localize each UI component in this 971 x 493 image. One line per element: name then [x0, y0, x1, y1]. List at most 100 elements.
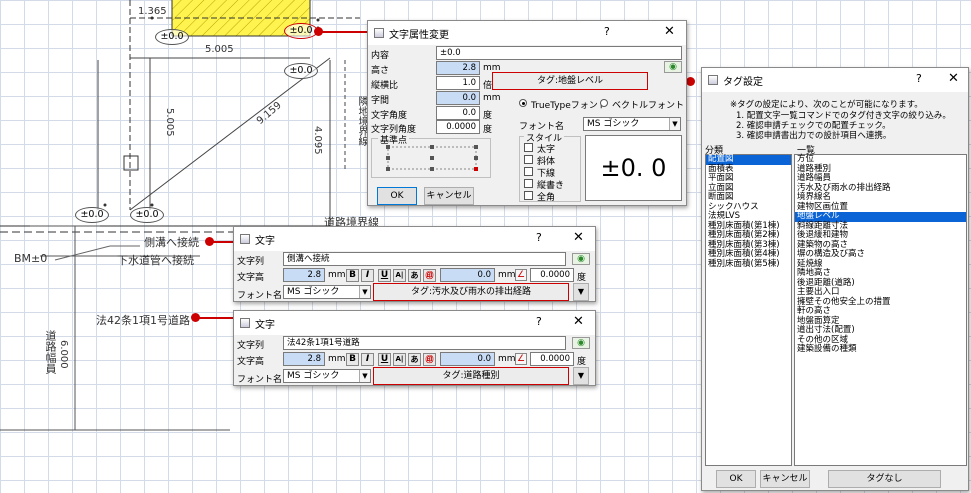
help-icon[interactable]: ? — [916, 72, 922, 85]
dialog-titlebar[interactable]: 文字 ? ✕ — [234, 227, 595, 251]
benchmark-label: BM±0 — [14, 252, 48, 265]
dim-6000: 6.000 — [58, 340, 69, 369]
dim-4095: 4.095 — [312, 126, 323, 155]
sewer-label: 下水道管へ接続 — [117, 254, 194, 267]
pointer-dot — [314, 27, 323, 36]
fullwidth-button[interactable]: あ — [408, 269, 421, 282]
close-icon[interactable]: ✕ — [948, 71, 959, 86]
stamp-button[interactable]: ㊞ — [423, 269, 436, 282]
ok-button[interactable]: OK — [377, 187, 417, 205]
truetype-radio[interactable] — [519, 99, 527, 107]
fullwidth-checkbox[interactable] — [524, 191, 533, 200]
elevation-mark-selected[interactable]: ±0.0 — [284, 23, 318, 39]
help-icon[interactable]: ? — [536, 315, 542, 328]
elevation-mark[interactable]: ±0.0 — [155, 29, 189, 45]
font-select[interactable]: MS ゴシック ▼ — [283, 369, 371, 383]
spacing-unit: mm — [498, 270, 516, 280]
class-list-item[interactable]: 種別床面積(第5棟) — [706, 259, 791, 270]
dialog-titlebar[interactable]: 文字属性変更 ? ✕ — [368, 21, 686, 45]
height-label: 文字高 — [237, 357, 265, 367]
eye-icon[interactable]: ◉ — [664, 61, 682, 73]
tag-road-type-button[interactable]: タグ:道路種別 — [373, 367, 569, 385]
elevation-mark[interactable]: ±0.0 — [130, 207, 164, 223]
dialog-titlebar[interactable]: タグ設定 ? ✕ — [702, 68, 968, 92]
bold-button[interactable]: B — [346, 353, 359, 366]
pointer-dot — [686, 77, 695, 86]
spacing-input[interactable]: 0.0 — [440, 268, 495, 282]
close-icon[interactable]: ✕ — [664, 24, 675, 39]
bold-button[interactable]: B — [346, 269, 359, 282]
angle-input[interactable]: 0.0000 — [530, 268, 574, 282]
eye-icon[interactable]: ◉ — [572, 337, 590, 349]
ok-button[interactable]: OK — [716, 470, 756, 488]
elevation-mark[interactable]: ±0.0 — [75, 207, 109, 223]
close-icon[interactable]: ✕ — [573, 314, 584, 329]
fullwidth-button[interactable]: あ — [408, 353, 421, 366]
help-icon[interactable]: ? — [536, 231, 542, 244]
vector-label: ベクトルフォント — [612, 101, 685, 111]
angle-pick-icon[interactable]: ∠ — [515, 353, 527, 365]
underline-button[interactable]: U — [378, 269, 391, 282]
spacing-unit: mm — [483, 93, 501, 103]
angle-unit: 度 — [577, 357, 587, 367]
help-icon[interactable]: ? — [604, 25, 610, 38]
char-angle-input[interactable]: 0.0 — [436, 106, 480, 120]
spacing-input[interactable]: 0.0 — [440, 352, 495, 366]
spacing-input[interactable]: 0.0 — [436, 91, 480, 105]
class-list[interactable]: 配置図 面積表 平面図 立面図 断面図 シックハウス 法規LVS 種別床面積(第1棟) 種別床面… — [705, 154, 792, 466]
italic-checkbox[interactable] — [524, 155, 533, 164]
eye-icon[interactable]: ◉ — [572, 253, 590, 265]
line-angle-input[interactable]: 0.0000 — [436, 120, 480, 134]
vertical-text-button[interactable]: A| — [393, 353, 406, 366]
angle-pick-icon[interactable]: ∠ — [515, 269, 527, 281]
height-unit: mm — [328, 354, 346, 364]
cancel-button[interactable]: キャンセル — [424, 187, 474, 205]
elevation-mark[interactable]: ±0.0 — [284, 63, 318, 79]
description-line: 3. 確認申請書出力での設計項目へ連携。 — [736, 131, 892, 141]
italic-button[interactable]: I — [361, 353, 374, 366]
string-input[interactable]: 法42条1項1号道路 — [283, 336, 566, 350]
font-select[interactable]: MS ゴシック ▼ — [283, 285, 371, 299]
tag-list[interactable]: 方位 道路種別 道路幅員 汚水及び雨水の排出経路 境界線名 建物区画位置 地盤レベル 斜線距離… — [794, 154, 967, 466]
dim-1365: 1.365 — [138, 6, 167, 17]
app-icon — [240, 318, 250, 328]
height-input[interactable]: 2.8 — [283, 352, 325, 366]
tag-list-item[interactable]: 建築設備の種類 — [795, 344, 966, 355]
tag-drainage-button[interactable]: タグ:汚水及び雨水の排出経路 — [373, 283, 569, 301]
no-tag-button[interactable]: タグなし — [828, 470, 941, 488]
tag-ground-level-button[interactable]: タグ:地盤レベル — [492, 72, 648, 90]
vertical-checkbox[interactable] — [524, 179, 533, 188]
spacing-unit: mm — [498, 354, 516, 364]
dialog-title: 文字 — [255, 236, 275, 247]
basepoint-picker[interactable] — [380, 144, 484, 174]
dialog-title: 文字属性変更 — [389, 30, 449, 41]
stamp-button[interactable]: ㊞ — [423, 353, 436, 366]
fontname-select[interactable]: MS ゴシック ▼ — [583, 117, 681, 131]
angle-input[interactable]: 0.0000 — [530, 352, 574, 366]
string-input[interactable]: 側溝へ接続 — [283, 252, 566, 266]
expand-icon[interactable]: ▼ — [573, 367, 589, 385]
underline-button[interactable]: U — [378, 353, 391, 366]
fontname-value: MS ゴシック — [587, 119, 640, 129]
aspect-unit: 倍 — [483, 81, 493, 91]
dialog-titlebar[interactable]: 文字 ? ✕ — [234, 311, 595, 335]
vector-radio[interactable] — [600, 99, 608, 107]
cancel-button[interactable]: キャンセル — [760, 470, 810, 488]
text-dialog-ditch: 文字 ? ✕ 文字列 側溝へ接続 ◉ 文字高 2.8 mm B I U A| あ… — [233, 226, 596, 302]
height-input[interactable]: 2.8 — [436, 61, 480, 75]
vertical-text-button[interactable]: A| — [393, 269, 406, 282]
content-input[interactable]: ±0.0 — [436, 46, 682, 60]
bold-checkbox[interactable] — [524, 143, 533, 152]
dialog-title: タグ設定 — [723, 77, 763, 88]
font-preview: ±0. 0 — [585, 135, 682, 201]
pointer-dot — [205, 237, 214, 246]
app-icon — [708, 75, 718, 85]
close-icon[interactable]: ✕ — [573, 230, 584, 245]
pointer-line — [318, 31, 368, 33]
underline-checkbox[interactable] — [524, 167, 533, 176]
italic-button[interactable]: I — [361, 269, 374, 282]
dialog-title: 文字 — [255, 320, 275, 331]
height-input[interactable]: 2.8 — [283, 268, 325, 282]
expand-icon[interactable]: ▼ — [573, 283, 589, 301]
aspect-input[interactable]: 1.0 — [436, 76, 480, 90]
